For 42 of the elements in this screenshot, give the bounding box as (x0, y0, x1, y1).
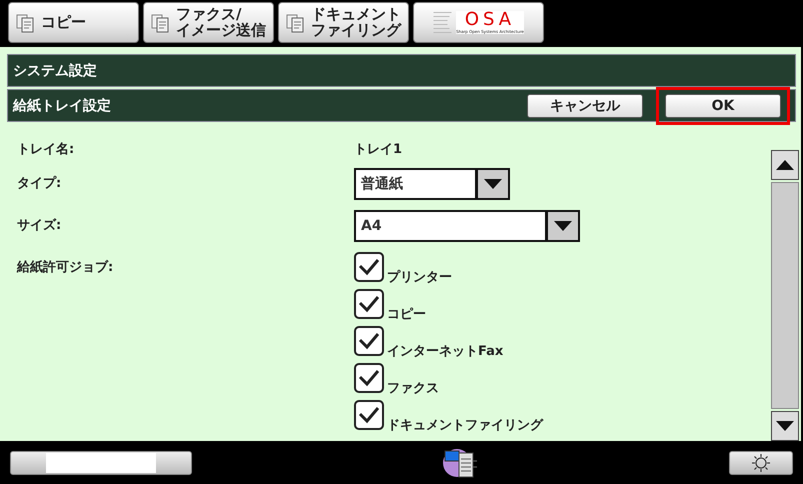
field-value: トレイ1 (354, 141, 404, 158)
dropdown-arrow-icon (775, 420, 795, 432)
checkbox[interactable] (354, 289, 384, 319)
checkbox[interactable] (354, 400, 384, 430)
osa-logo: OSA (464, 10, 516, 30)
scroll-down-button[interactable] (771, 411, 799, 441)
title-text: システム設定 (13, 62, 97, 80)
field-label: トレイ名: (17, 141, 76, 158)
checkbox-label: インターネットFax (387, 343, 504, 360)
check-icon (358, 332, 380, 350)
check-icon (358, 295, 380, 313)
scroll-up-icon (775, 159, 795, 171)
action-button[interactable]: キャンセル (527, 94, 643, 118)
checkbox-label: ドキュメントファイリング (387, 417, 543, 434)
check-icon (358, 258, 380, 276)
status-button[interactable] (10, 450, 192, 474)
check-icon (358, 369, 380, 387)
dropdown-arrow-icon (553, 220, 573, 232)
subtitle-text: 給紙トレイ設定 (13, 96, 111, 114)
checkbox[interactable] (354, 326, 384, 356)
field-label: タイプ: (17, 174, 62, 192)
checkbox-label: コピー (387, 306, 426, 323)
checkbox[interactable] (354, 252, 384, 282)
brightness-button[interactable] (729, 450, 793, 474)
dropdown[interactable]: 普通紙 (354, 168, 510, 200)
check-icon (358, 406, 380, 424)
checkbox[interactable] (354, 363, 384, 393)
mode-tab[interactable]: コピー (8, 2, 139, 43)
sun-icon (752, 454, 770, 472)
field-label: 給紙許可ジョブ: (17, 258, 114, 276)
dropdown[interactable]: A4 (354, 210, 580, 242)
dropdown-arrow-icon (483, 178, 503, 190)
mode-tab[interactable]: ファクス/ イメージ送信 (143, 2, 274, 43)
field-label: サイズ: (17, 217, 62, 234)
scroll-up-button[interactable] (771, 150, 799, 180)
stripes-icon (433, 12, 452, 33)
scroll-track[interactable] (771, 182, 799, 409)
printer-icon[interactable] (442, 446, 478, 478)
checkbox-label: ファクス (387, 380, 439, 397)
checkbox-label: プリンター (387, 268, 452, 286)
action-button[interactable]: OK (665, 94, 781, 118)
mode-tab[interactable]: ドキュメント ファイリング (278, 2, 409, 43)
